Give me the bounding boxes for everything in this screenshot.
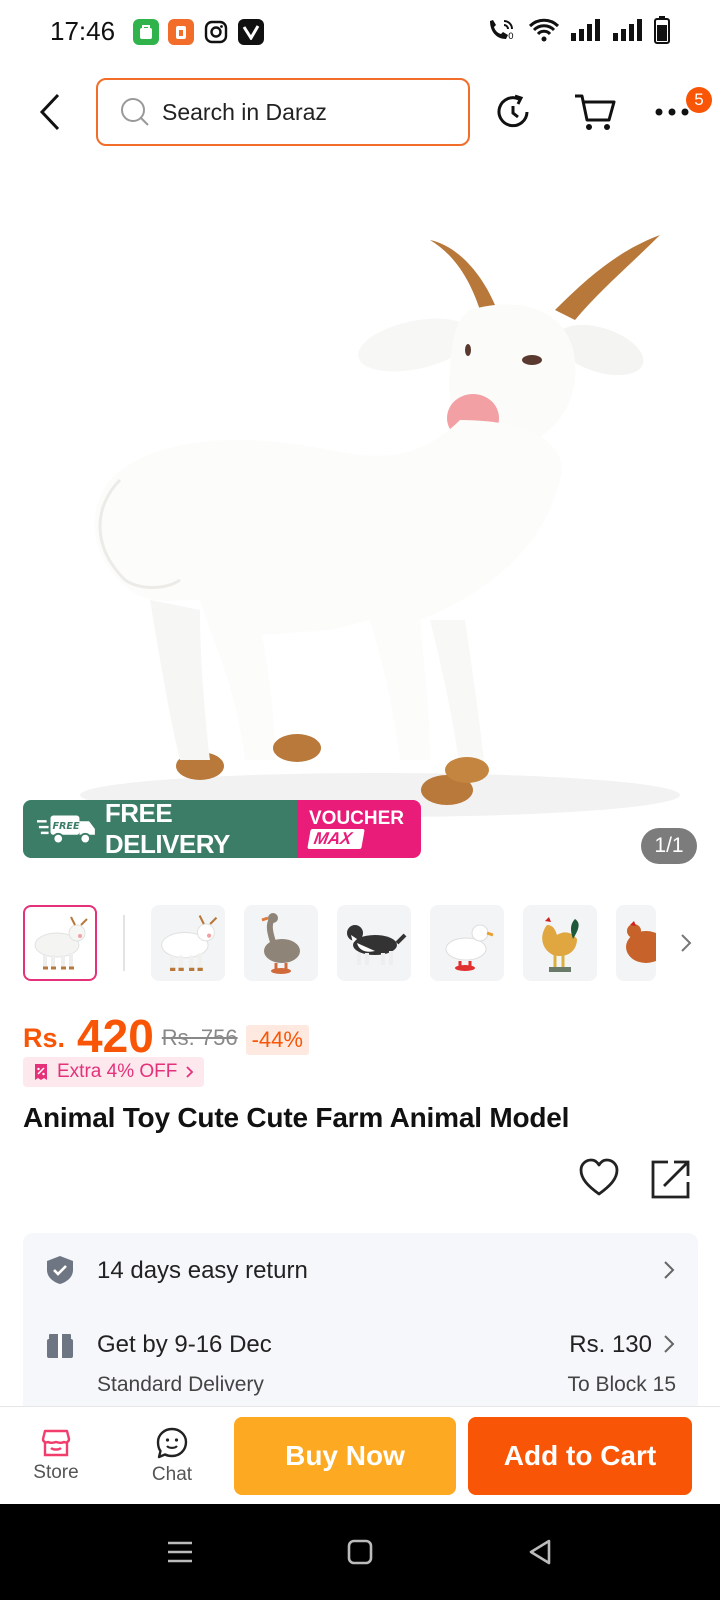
add-to-cart-button[interactable]: Add to Cart xyxy=(468,1417,692,1495)
rooster-thumbnail-icon xyxy=(542,917,579,972)
status-time: 17:46 xyxy=(50,16,116,46)
status-bar: 17:46 0 xyxy=(0,0,720,64)
delivery-row[interactable]: Get by 9-16 Dec Standard Delivery Rs. 13… xyxy=(23,1307,698,1413)
chat-icon xyxy=(156,1427,188,1459)
svg-text:0: 0 xyxy=(508,32,514,42)
thumbnail-divider xyxy=(123,915,125,971)
chat-button[interactable]: Chat xyxy=(122,1407,222,1505)
voucher-max-tag: VOUCHER MAX xyxy=(297,800,421,858)
dog-thumbnail-icon xyxy=(347,925,407,965)
chat-label: Chat xyxy=(151,1464,193,1485)
return-policy-row[interactable]: 14 days easy return xyxy=(23,1233,698,1307)
thumbnail-rooster[interactable] xyxy=(523,905,597,981)
heart-icon xyxy=(579,1158,619,1196)
voucher-text: VOUCHER xyxy=(309,808,405,829)
share-button[interactable] xyxy=(650,1158,696,1204)
max-text: MAX xyxy=(307,829,365,849)
chevron-right-icon xyxy=(664,1261,675,1279)
discount-badge: -44% xyxy=(245,1025,309,1055)
wishlist-button[interactable] xyxy=(578,1158,624,1204)
image-counter: 1/1 xyxy=(641,828,697,864)
top-navigation: Search in Daraz xyxy=(0,76,720,148)
extra-discount-text: Extra 4% OFF xyxy=(57,1061,178,1082)
price-row: Rs. 420 Rs. 756 -44% xyxy=(23,1000,309,1060)
battery-icon xyxy=(654,16,670,44)
chevron-right-icon xyxy=(186,1066,194,1078)
buy-now-button[interactable]: Buy Now xyxy=(234,1417,456,1495)
home-button[interactable] xyxy=(338,1530,382,1574)
shield-check-icon xyxy=(47,1256,73,1284)
notification-badge: 5 xyxy=(686,87,712,113)
goose-thumbnail-icon xyxy=(261,913,300,974)
chevron-right-icon xyxy=(664,1335,675,1353)
voucher-icon xyxy=(35,1064,47,1080)
thumbnail-goat[interactable] xyxy=(151,905,225,981)
package-icon xyxy=(47,1334,73,1358)
cart-button[interactable] xyxy=(569,86,621,138)
service-info-card: 14 days easy return Get by 9-16 Dec Stan… xyxy=(23,1233,698,1413)
goat-figure-image xyxy=(80,235,680,817)
delivery-method-text: Standard Delivery xyxy=(97,1373,264,1396)
delivery-fee: Rs. 130 xyxy=(569,1331,652,1358)
signal-icon xyxy=(613,19,642,41)
back-button[interactable] xyxy=(28,88,72,136)
system-navigation-bar xyxy=(0,1504,720,1600)
original-price: Rs. 756 xyxy=(161,1025,238,1050)
store-icon xyxy=(41,1429,71,1457)
thumbnail-hen[interactable] xyxy=(616,905,656,981)
hen-thumbnail-icon xyxy=(626,921,656,963)
goat-thumbnail-icon xyxy=(34,916,88,970)
recent-apps-button[interactable] xyxy=(158,1530,202,1574)
signal-icon xyxy=(571,19,600,41)
daraz-app-icon xyxy=(168,19,194,45)
product-image[interactable] xyxy=(0,160,720,875)
delivery-estimate-text: Get by 9-16 Dec xyxy=(97,1331,272,1358)
duck-thumbnail-icon xyxy=(445,924,494,971)
thumbnail-goose[interactable] xyxy=(244,905,318,981)
wifi-icon xyxy=(528,18,560,42)
vimeo-icon xyxy=(238,19,264,45)
chevron-right-icon xyxy=(681,934,692,952)
history-button[interactable] xyxy=(487,86,539,138)
history-icon xyxy=(497,94,529,128)
thumbnail-duck[interactable] xyxy=(430,905,504,981)
bottom-action-bar: Store Chat Buy Now Add to Cart xyxy=(0,1406,720,1504)
square-home-icon xyxy=(347,1539,373,1565)
instagram-icon xyxy=(203,19,229,45)
goat-thumbnail-icon xyxy=(161,915,218,971)
delivery-truck-icon: FREE xyxy=(37,815,95,845)
store-label: Store xyxy=(33,1462,79,1483)
status-indicators: 0 xyxy=(486,16,670,44)
currency-label: Rs. xyxy=(23,1023,66,1053)
thumbnail-dog[interactable] xyxy=(337,905,411,981)
menu-lines-icon xyxy=(168,1541,192,1563)
thumbnails-next-button[interactable] xyxy=(676,925,696,961)
thumbnail-strip xyxy=(0,905,720,981)
current-price: 420 xyxy=(77,1010,154,1062)
store-button[interactable]: Store xyxy=(6,1407,106,1505)
free-tag-text: FREE xyxy=(52,821,80,832)
return-policy-text: 14 days easy return xyxy=(97,1257,308,1284)
free-delivery-tag: FREE FREE DELIVERY xyxy=(23,800,297,858)
search-icon xyxy=(121,98,149,126)
product-page: 17:46 0 Search in Daraz 5 FREE FREE DELI… xyxy=(0,0,720,1600)
free-delivery-text: FREE DELIVERY xyxy=(104,800,231,858)
search-placeholder: Search in Daraz xyxy=(162,98,327,125)
wifi-calling-icon: 0 xyxy=(490,20,514,42)
promo-banner[interactable]: FREE FREE DELIVERY VOUCHER MAX xyxy=(23,800,421,858)
extra-discount-tag[interactable]: Extra 4% OFF xyxy=(23,1057,205,1087)
delivery-location: To Block 15 xyxy=(567,1373,676,1396)
green-app-icon xyxy=(133,19,159,45)
chevron-left-icon xyxy=(39,93,60,131)
system-back-button[interactable] xyxy=(518,1530,562,1574)
triangle-back-icon xyxy=(529,1539,551,1565)
cart-icon xyxy=(575,94,616,130)
product-title: Animal Toy Cute Cute Farm Animal Model xyxy=(23,1102,570,1133)
more-dots-icon xyxy=(655,108,689,116)
thumbnail-goat-selected[interactable] xyxy=(23,905,97,981)
search-input[interactable]: Search in Daraz xyxy=(96,78,470,146)
share-icon xyxy=(651,1160,690,1199)
